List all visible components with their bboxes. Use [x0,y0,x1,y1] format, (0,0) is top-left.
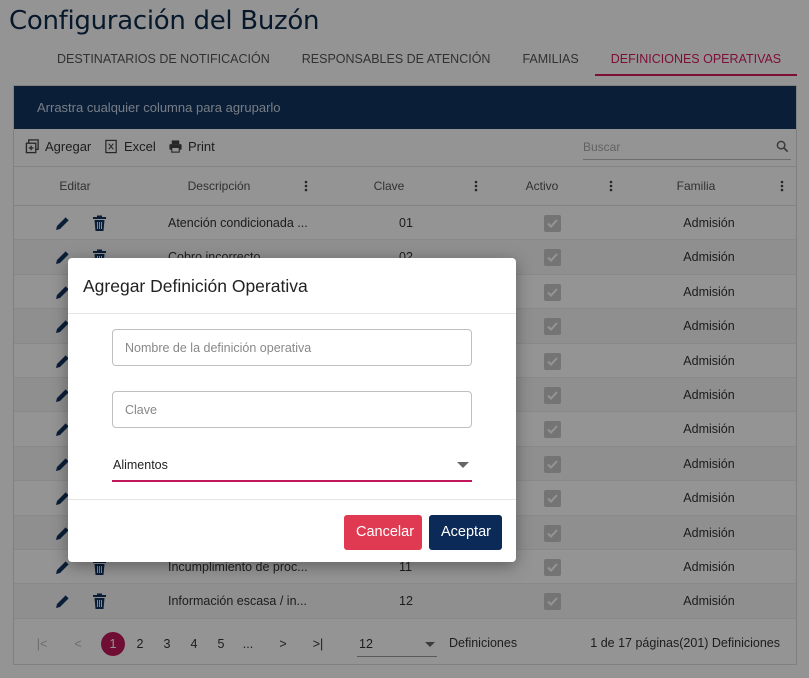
chevron-down-icon [457,462,469,468]
dialog-footer: Cancelar Aceptar [68,499,516,562]
dialog-title: Agregar Definición Operativa [68,258,516,314]
add-definition-dialog: Agregar Definición Operativa Alimentos C… [68,258,516,562]
cancel-button[interactable]: Cancelar [344,515,422,550]
accept-button[interactable]: Aceptar [429,515,502,550]
key-field [112,391,472,428]
key-input[interactable] [113,392,471,427]
family-select[interactable]: Alimentos [112,454,472,482]
family-select-value: Alimentos [113,458,168,472]
definition-name-input[interactable] [113,330,471,365]
name-field [112,329,472,366]
